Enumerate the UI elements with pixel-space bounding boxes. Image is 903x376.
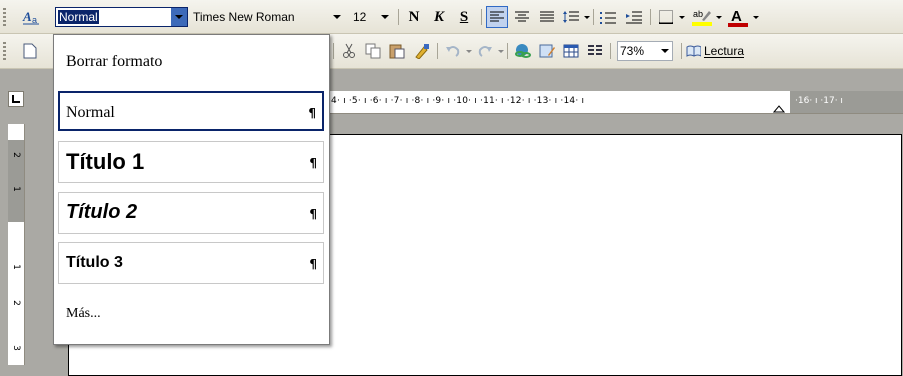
normal-label: Normal xyxy=(66,104,115,121)
italic-button[interactable]: K xyxy=(428,7,450,27)
pilcrow-icon: ¶ xyxy=(309,156,317,170)
svg-text:A: A xyxy=(731,8,742,25)
menu-item-heading1[interactable]: Título 1 ¶ xyxy=(58,141,324,183)
style-combo[interactable]: Normal xyxy=(55,7,188,27)
toolbar-grip[interactable] xyxy=(3,8,6,26)
cut-icon[interactable] xyxy=(338,41,360,61)
style-dropdown-menu: Borrar formato Normal ¶ Título 1 ¶ Títul… xyxy=(53,34,330,345)
styles-pane-icon[interactable]: Aa xyxy=(20,7,42,27)
clear-format-label: Borrar formato xyxy=(66,53,163,70)
heading1-label: Título 1 xyxy=(66,149,145,174)
pilcrow-icon: ¶ xyxy=(309,207,317,221)
paste-icon[interactable] xyxy=(386,41,408,61)
bullets-button[interactable] xyxy=(597,7,619,27)
style-combo-value: Normal xyxy=(58,10,99,24)
justify-icon xyxy=(540,11,554,22)
vruler-number: 2 xyxy=(11,300,21,306)
vruler-number: 1 xyxy=(11,264,21,270)
heading3-label: Título 3 xyxy=(66,254,123,271)
reading-label: Lectura xyxy=(703,44,744,58)
ruler-marks: ·4· ı ·5· ı ·6· ı ·7· ı ·8· ı ·9· ı ·10·… xyxy=(328,96,585,106)
vruler-number: 2 xyxy=(11,152,21,158)
line-spacing-button[interactable] xyxy=(560,7,582,27)
font-color-icon: A xyxy=(728,8,748,27)
underline-label: S xyxy=(459,8,469,25)
zoom-combo[interactable]: 73% xyxy=(617,41,673,61)
svg-text:ab: ab xyxy=(693,9,703,19)
menu-item-normal[interactable]: Normal ¶ xyxy=(58,91,324,131)
menu-item-heading2[interactable]: Título 2 ¶ xyxy=(58,192,324,234)
align-center-icon xyxy=(515,11,529,22)
justify-button[interactable] xyxy=(536,7,558,27)
highlight-icon: ab xyxy=(692,9,712,26)
zoom-dropdown-arrow[interactable] xyxy=(658,42,672,60)
align-left-icon xyxy=(490,11,504,22)
insert-table-icon[interactable] xyxy=(560,41,582,61)
ruler-gray-marks: ·16· ı ·17· ı xyxy=(795,96,843,106)
size-combo[interactable]: 12 xyxy=(350,7,394,27)
heading2-label: Título 2 xyxy=(66,201,138,223)
undo-icon[interactable] xyxy=(442,41,464,61)
size-combo-value: 12 xyxy=(353,10,367,24)
reading-book-icon xyxy=(686,45,701,57)
tables-borders-icon[interactable] xyxy=(536,41,558,61)
toolbar-grip-2[interactable] xyxy=(3,42,6,60)
columns-icon[interactable] xyxy=(584,41,606,61)
pilcrow-icon: ¶ xyxy=(309,257,317,271)
svg-text:A: A xyxy=(22,9,32,24)
align-left-button[interactable] xyxy=(486,6,508,28)
highlight-button[interactable]: ab xyxy=(691,6,713,28)
menu-item-more[interactable]: Más... xyxy=(58,302,324,328)
menu-item-clear-format[interactable]: Borrar formato xyxy=(58,49,324,75)
style-dropdown-arrow[interactable] xyxy=(171,8,187,26)
align-center-button[interactable] xyxy=(511,7,533,27)
borders-button[interactable] xyxy=(655,7,677,27)
bullets-icon xyxy=(600,11,616,24)
indent-icon xyxy=(626,11,642,23)
font-combo-value: Times New Roman xyxy=(193,10,295,24)
zoom-value: 73% xyxy=(620,44,645,58)
formatting-toolbar: Aa Normal Times New Roman 12 N K S ab A xyxy=(0,0,903,34)
menu-item-heading3[interactable]: Título 3 ¶ xyxy=(58,242,324,284)
tab-selector[interactable] xyxy=(8,91,24,107)
font-combo[interactable]: Times New Roman xyxy=(191,7,346,27)
italic-label: K xyxy=(433,8,444,25)
vruler-number: 3 xyxy=(11,345,21,351)
hyperlink-icon[interactable] xyxy=(512,41,534,61)
more-label: Más... xyxy=(66,306,101,321)
format-painter-icon[interactable] xyxy=(411,41,433,61)
font-color-button[interactable]: A xyxy=(727,6,749,28)
increase-indent-button[interactable] xyxy=(623,7,645,27)
font-dropdown-arrow[interactable] xyxy=(329,8,345,26)
vruler-number: 1 xyxy=(11,186,21,192)
redo-icon[interactable] xyxy=(474,41,496,61)
right-indent-marker[interactable] xyxy=(773,103,785,113)
line-spacing-icon xyxy=(563,11,579,23)
reading-layout-button[interactable]: Lectura xyxy=(686,41,744,61)
bold-button[interactable]: N xyxy=(403,7,425,27)
copy-icon[interactable] xyxy=(362,41,384,61)
new-document-icon[interactable] xyxy=(20,41,40,61)
size-dropdown-arrow[interactable] xyxy=(377,8,393,26)
underline-button[interactable]: S xyxy=(453,7,475,27)
pilcrow-icon: ¶ xyxy=(308,106,316,120)
borders-icon xyxy=(659,10,673,24)
bold-label: N xyxy=(408,8,420,25)
